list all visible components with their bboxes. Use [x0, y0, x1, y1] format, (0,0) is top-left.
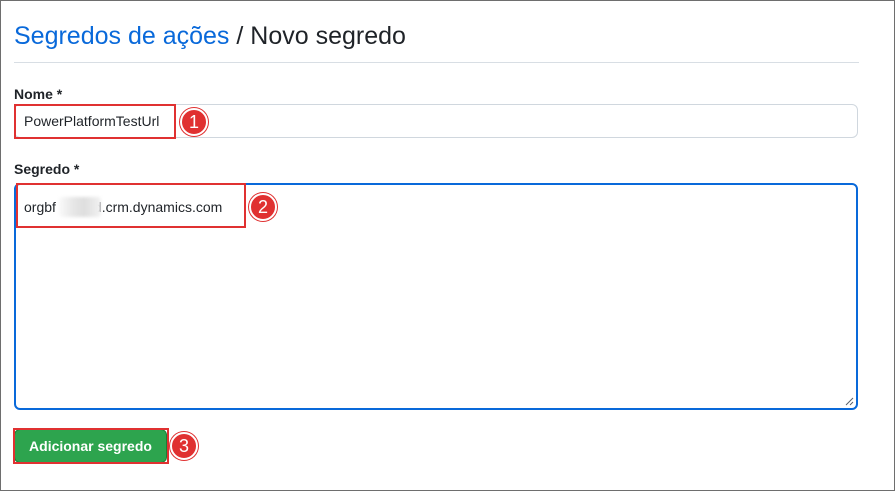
step-callout-1: 1: [180, 108, 208, 136]
secret-label: Segredo *: [14, 161, 80, 177]
page-title: Segredos de ações / Novo segredo: [14, 20, 406, 52]
secret-value: orgbf d.crm.dynamics.com: [24, 199, 222, 215]
secret-value-prefix: orgbf: [24, 199, 56, 215]
breadcrumb-parent-link[interactable]: Segredos de ações: [14, 22, 229, 50]
name-input[interactable]: [14, 104, 858, 138]
step-callout-3: 3: [170, 432, 198, 460]
breadcrumb-current: Novo segredo: [250, 22, 406, 50]
resize-grip-icon[interactable]: [845, 397, 854, 406]
redaction-blur: [59, 197, 101, 217]
name-label: Nome *: [14, 86, 63, 102]
secret-textarea[interactable]: orgbf d.crm.dynamics.com: [14, 183, 858, 410]
add-secret-button[interactable]: Adicionar segredo: [14, 429, 167, 463]
title-divider: [14, 62, 859, 63]
secret-value-suffix: d.crm.dynamics.com: [93, 199, 223, 215]
step-callout-2: 2: [249, 193, 277, 221]
breadcrumb-separator: /: [229, 22, 251, 50]
